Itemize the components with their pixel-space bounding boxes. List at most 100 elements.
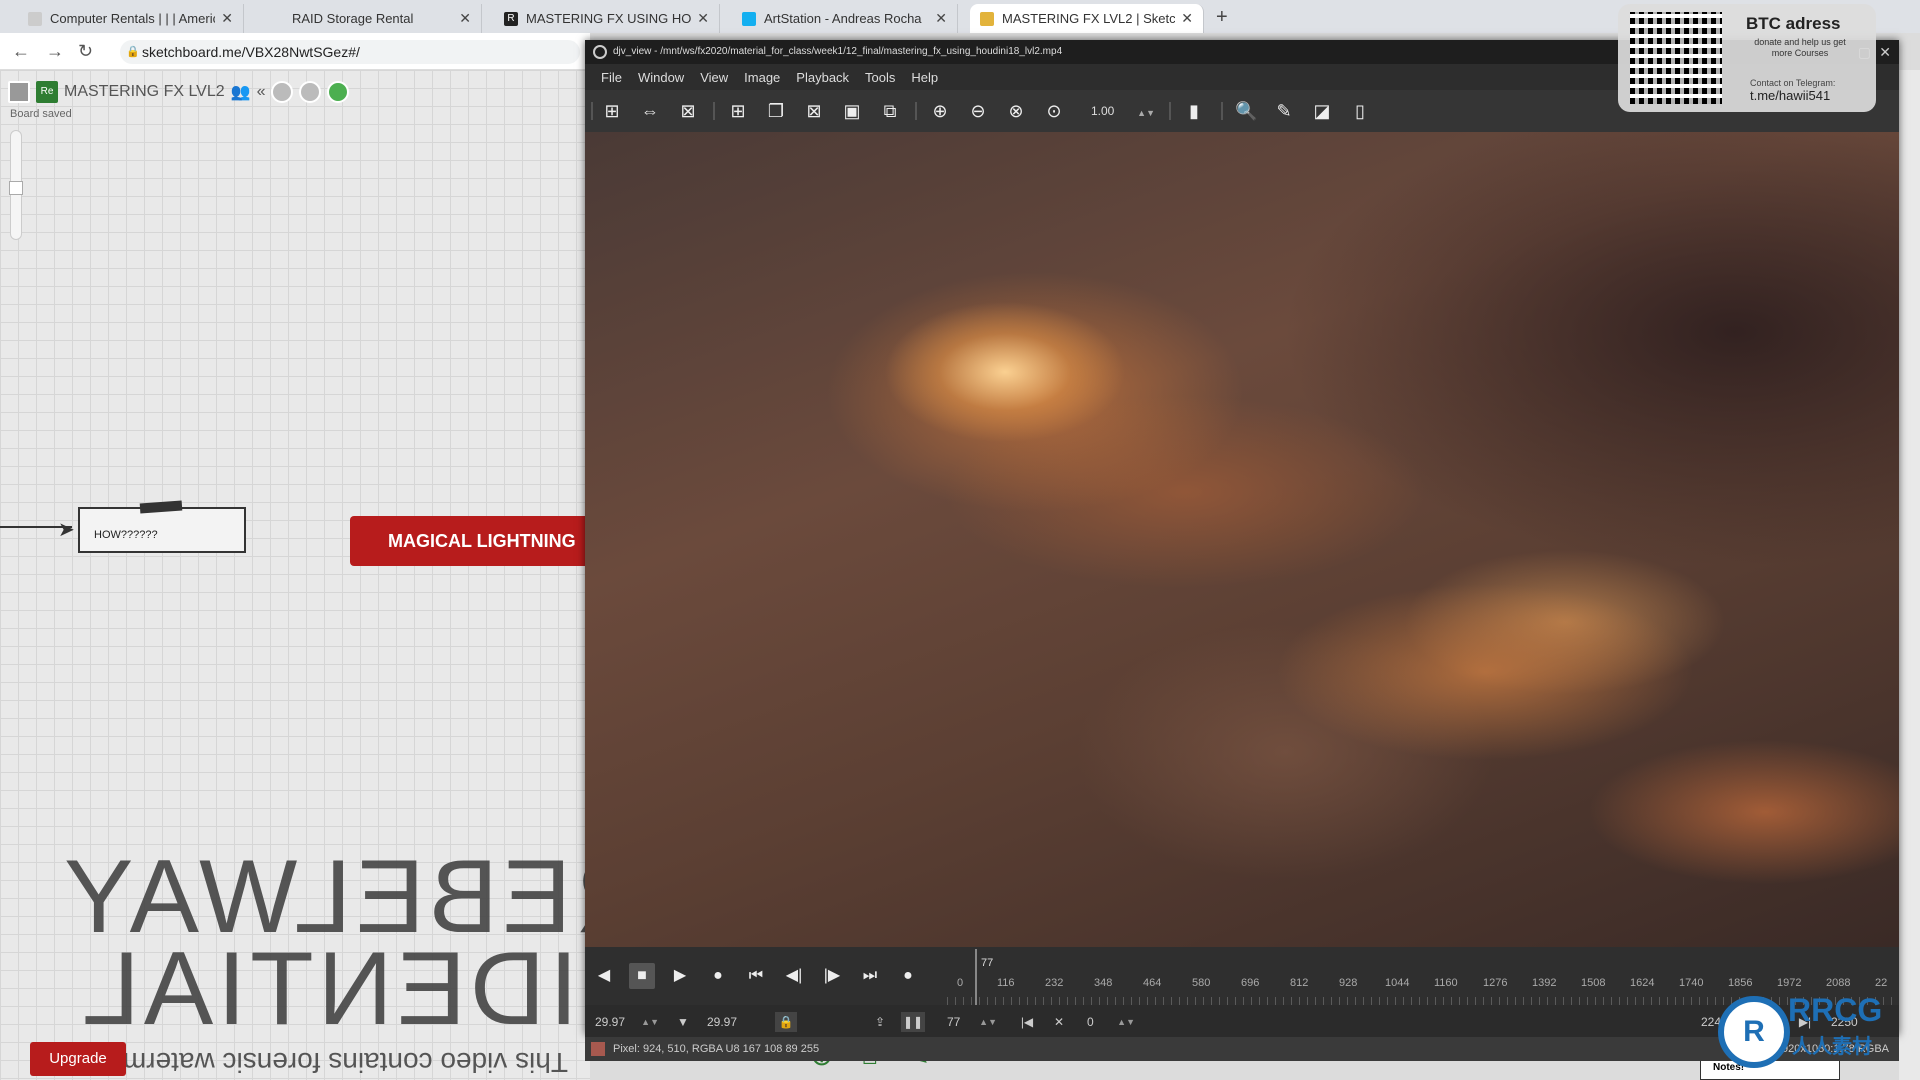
url-field[interactable]: 🔒 sketchboard.me/VBX28NwtSGez#/ [120,40,580,64]
telegram-handle: t.me/hawii541 [1750,88,1831,103]
btc-donate-card: BTC adress donate and help us get more C… [1618,4,1876,112]
play-reverse-icon[interactable]: ◀ [591,963,617,989]
spinner-icon[interactable]: ▲▼ [979,1012,997,1032]
zoom-fit-icon[interactable]: ⊙ [1043,100,1065,122]
next-frame-icon[interactable]: |▶ [819,963,845,989]
close-tab-icon[interactable]: ✕ [1181,10,1193,27]
info-icon[interactable]: ▯ [1349,100,1371,122]
how-note-box[interactable]: HOW?????? [78,507,246,553]
playhead-frame-label: 77 [981,957,994,969]
loop-icon[interactable]: ● [705,963,731,989]
zoom-field[interactable]: 1.00 ▲▼ [1085,100,1155,122]
close-tab-icon[interactable]: ✕ [221,10,233,27]
new-tab-icon[interactable]: + [1216,6,1228,29]
window-new-icon[interactable]: ⊞ [727,100,749,122]
menu-window[interactable]: Window [632,70,690,85]
pause-icon[interactable]: ❚❚ [901,1012,925,1032]
zoom-out-icon[interactable]: ⊖ [967,100,989,122]
ruler-tick: 928 [1339,977,1358,989]
menu-playback[interactable]: Playback [790,70,855,85]
close-window-icon[interactable]: ✕ [1879,40,1891,64]
group-icon: 👥 [230,84,251,101]
collapse-icon[interactable]: « [257,83,266,101]
forward-icon[interactable]: → [46,41,64,62]
zoom-slider-handle[interactable] [9,181,23,195]
in-point-field[interactable]: 0 ▲▼ [1081,1012,1137,1032]
menu-view[interactable]: View [694,70,734,85]
close-tab-icon[interactable]: ✕ [697,10,709,27]
tab-title: RAID Storage Rental [292,11,414,26]
menu-tools[interactable]: Tools [859,70,901,85]
avatar[interactable] [299,81,322,103]
ruler-tick: 1624 [1630,977,1655,989]
ruler-tick: 1856 [1728,977,1753,989]
djv-window-title: djv_view - /mnt/ws/fx2020/material_for_c… [613,46,1063,57]
new-icon[interactable]: ⊞ [601,100,623,122]
zoom-value: 1.00 [1091,104,1115,118]
in-point-value: 0 [1087,1015,1094,1029]
tab-raid-storage[interactable]: RAID Storage Rental ✕ [256,4,482,33]
zoom-slider[interactable] [9,130,23,240]
speed-value: 29.97 [595,1015,626,1029]
upgrade-button[interactable]: Upgrade [30,1042,126,1076]
magical-lightning-card[interactable]: MAGICAL LIGHTNING [350,516,590,566]
fullscreen-icon[interactable]: ⧉ [879,100,901,122]
spinner-icon[interactable]: ▲▼ [1117,1012,1135,1032]
prev-frame-icon[interactable]: ◀| [781,963,807,989]
actual-speed-value: 29.97 [707,1015,738,1029]
tab-computer-rentals[interactable]: Computer Rentals | | | Americ ✕ [18,4,244,33]
color-picker-icon[interactable]: ✎ [1273,100,1295,122]
board-saved-status: Board saved [10,108,72,120]
tab-sketchboard[interactable]: MASTERING FX LVL2 | Sketchb ✕ [970,4,1204,33]
back-icon[interactable]: ← [12,41,30,62]
zoom-in-icon[interactable]: ⊕ [929,100,951,122]
play-forward-icon[interactable]: ▶ [667,963,693,989]
tab-artstation[interactable]: ArtStation - Andreas Rocha ✕ [732,4,958,33]
zoom-reset-icon[interactable]: ⊗ [1005,100,1027,122]
site-favicon-icon: R [504,11,518,26]
board-title[interactable]: MASTERING FX LVL2 [64,83,225,101]
ruler-tick: 0 [957,977,964,989]
clear-in-icon[interactable]: ✕ [1049,1012,1069,1032]
speed-dropdown-icon[interactable]: ▼ [677,1012,693,1032]
reload-icon[interactable]: ↻ [78,41,93,62]
close-file-icon[interactable]: ⊠ [677,100,699,122]
video-frame-view[interactable] [585,132,1899,947]
speed-field[interactable]: 29.97 ▲▼ [589,1012,661,1032]
lock-icon: 🔒 [126,46,140,58]
histogram-icon[interactable]: ◪ [1311,100,1333,122]
magnify-icon[interactable]: 🔍 [1235,100,1257,122]
menu-file[interactable]: File [595,70,628,85]
first-frame-icon[interactable]: ⏮ [743,963,769,989]
last-frame-icon[interactable]: ⏭ [857,963,883,989]
ruler-tick: 580 [1192,977,1211,989]
lock-icon[interactable]: 🔒 [775,1012,797,1032]
close-tab-icon[interactable]: ✕ [935,10,947,27]
user-icon[interactable] [8,81,30,103]
frame-field[interactable]: 77 ▲▼ [941,1012,999,1032]
watermark-forensic-notice: This video contains forensic watermarks [70,1047,568,1078]
sketchboard-canvas[interactable]: Re MASTERING FX LVL2 👥 « Board saved ➤ H… [0,70,590,1080]
in-point-icon[interactable]: |◀ [1017,1012,1037,1032]
spinner-icon[interactable]: ▲▼ [1137,102,1155,124]
avatar[interactable] [327,81,350,103]
playhead[interactable] [975,949,977,1005]
menu-image[interactable]: Image [738,70,786,85]
window-copy-icon[interactable]: ❐ [765,100,787,122]
playback-controls: 29.97 ▲▼ ▼ 29.97 🔒 ⇪ ❚❚ 77 ▲▼ |◀ ✕ 0 ▲▼ … [585,1005,1899,1037]
display-profile-icon[interactable]: ▮ [1183,100,1205,122]
avatar[interactable] [271,81,294,103]
tab-mastering-fx-houdini[interactable]: R MASTERING FX USING HOUDIN ✕ [494,4,720,33]
export-icon[interactable]: ⇪ [869,1012,891,1032]
ruler-tick: 1508 [1581,977,1606,989]
menu-help[interactable]: Help [905,70,944,85]
close-tab-icon[interactable]: ✕ [459,10,471,27]
spinner-icon[interactable]: ▲▼ [641,1012,659,1032]
fit-icon[interactable]: ▣ [841,100,863,122]
right-side-panel [1899,70,1920,1080]
open-icon[interactable]: ⇔ [639,100,661,122]
tab-title: MASTERING FX USING HOUDIN [526,11,692,26]
stop-icon[interactable]: ■ [629,963,655,989]
window-close-icon[interactable]: ⊠ [803,100,825,122]
every-frame-icon[interactable]: ● [895,963,921,989]
